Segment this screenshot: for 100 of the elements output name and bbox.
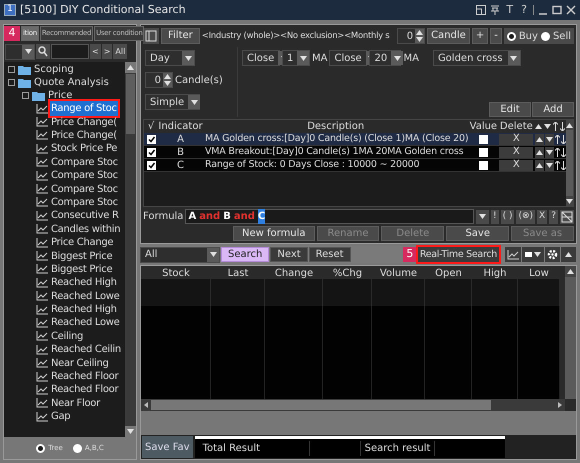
real-time-search-button[interactable]: Real-Time Search — [418, 247, 499, 262]
tree-item[interactable]: Candles within — [50, 222, 122, 237]
checkbox[interactable] — [146, 160, 156, 170]
formula-tool-button[interactable]: ( ) — [500, 210, 514, 224]
indicator-row[interactable]: C Range of Stock: 0 Days Close : 10000 ~ 20000 X — [144, 159, 566, 172]
move-bottom-icon[interactable] — [560, 134, 566, 144]
tree-item[interactable]: Compare Stoc — [50, 182, 119, 197]
tree-item[interactable]: Price Change( — [50, 114, 118, 130]
scrollbar[interactable] — [125, 62, 136, 437]
tree-item[interactable]: Price Change — [50, 235, 114, 250]
move-top-icon[interactable] — [553, 122, 558, 131]
tree-item[interactable]: Gap — [50, 409, 72, 424]
scrollbar-thumb[interactable] — [126, 74, 135, 134]
tree-item[interactable]: Range of Stoc — [50, 101, 118, 116]
formula-tool-button[interactable]: ! — [490, 210, 499, 224]
minus-button[interactable]: - — [490, 28, 502, 44]
tree-item[interactable]: Reached High — [50, 302, 118, 318]
nav-button[interactable]: > — [102, 44, 112, 59]
tree-item[interactable]: Consecutive R — [50, 208, 120, 224]
checkbox[interactable] — [146, 148, 156, 156]
radio-button[interactable] — [36, 444, 46, 452]
panel-toggle-icon[interactable] — [143, 28, 159, 44]
tree-item[interactable]: Near Floor — [50, 396, 101, 411]
scrollbar[interactable] — [565, 266, 576, 399]
window-icon[interactable] — [476, 5, 486, 15]
tree-item[interactable]: Reached Lowe — [50, 288, 121, 304]
indicator-row[interactable]: B VMA Breakout:[Day]0 Candle(s) 1MA 20MA Golden cross X — [144, 146, 566, 159]
formula-action-button[interactable]: Save — [446, 226, 510, 241]
tree-folder[interactable]: Quote Analysis — [34, 75, 109, 90]
tree-item[interactable]: Reached Floor — [50, 369, 120, 384]
category-dropdown[interactable] — [5, 44, 35, 60]
period-dropdown[interactable]: Day — [145, 50, 195, 66]
dropdown-button[interactable] — [476, 210, 489, 224]
nav-button[interactable]: All — [113, 44, 128, 59]
candles-spinner[interactable]: 0 — [145, 72, 173, 88]
view-button[interactable] — [522, 247, 544, 262]
tree-item[interactable]: Biggest Price — [50, 248, 114, 264]
radio-button[interactable] — [540, 32, 550, 40]
period-dropdown[interactable]: 1 — [282, 50, 310, 66]
value-checkbox[interactable] — [478, 134, 488, 144]
settings-icon[interactable] — [545, 247, 560, 262]
formula-field[interactable]: A and B and C — [185, 209, 474, 224]
nav-button[interactable]: < — [90, 44, 101, 59]
remove-row-button[interactable]: X — [499, 160, 534, 170]
pin-icon[interactable] — [490, 5, 500, 15]
tree-item[interactable]: Compare Stoc — [50, 154, 119, 170]
remove-row-button[interactable]: X — [499, 146, 534, 158]
formula-action-button[interactable]: New formula — [233, 226, 315, 241]
search-icon[interactable] — [36, 44, 50, 59]
scrollbar[interactable] — [566, 120, 574, 206]
formula-tool-button[interactable]: X — [537, 210, 548, 224]
scope-dropdown[interactable]: All — [140, 246, 220, 262]
move-bottom-icon[interactable] — [560, 160, 566, 170]
tree-folder[interactable]: Scoping — [34, 62, 74, 77]
move-bottom-icon[interactable] — [560, 148, 566, 156]
count-spinner[interactable]: 0 — [397, 28, 426, 44]
action-button[interactable]: Add — [532, 102, 574, 117]
search-field[interactable] — [51, 44, 89, 59]
value-checkbox[interactable] — [478, 148, 488, 156]
move-top-icon[interactable] — [554, 148, 560, 156]
tree-folder[interactable]: Price — [48, 88, 72, 103]
title-bar-button[interactable]: ? — [519, 2, 529, 18]
indicator-row[interactable]: A MA Golden cross:[Day]0 Candle(s) (Close 1)MA (Close 20) X — [144, 133, 566, 146]
tree-item[interactable]: Reached Lowe — [50, 315, 121, 330]
average-type-dropdown[interactable]: Simple — [145, 94, 200, 110]
maximize-icon[interactable] — [552, 5, 562, 15]
price-dropdown[interactable]: Close — [242, 50, 280, 66]
chart-button[interactable] — [505, 247, 521, 262]
move-bottom-icon[interactable] — [560, 122, 566, 131]
search-button[interactable]: Reset — [308, 247, 351, 262]
tree-item[interactable]: Reached Ceilin — [50, 342, 122, 358]
collapse-button[interactable] — [561, 247, 576, 262]
tree-item[interactable]: Compare Stoc — [50, 194, 119, 210]
horizontal-scrollbar[interactable] — [141, 399, 565, 411]
checkbox[interactable] — [146, 134, 156, 144]
action-button[interactable]: Edit — [489, 102, 531, 117]
tree-item[interactable]: Stock Price Pe — [50, 141, 118, 156]
move-top-icon[interactable] — [554, 160, 560, 170]
tree-item[interactable]: Reached Floor — [50, 382, 120, 398]
remove-row-button[interactable]: X — [499, 134, 534, 144]
tree-item[interactable]: Compare Stoc — [50, 168, 119, 184]
period-dropdown[interactable]: 20 — [369, 50, 402, 66]
grid-icon[interactable] — [560, 210, 574, 224]
tree-item[interactable]: Reached High — [50, 275, 118, 290]
save-fav-button[interactable]: Save Fav — [142, 436, 193, 458]
tree-item[interactable]: Biggest Price — [50, 262, 114, 277]
signal-dropdown[interactable]: Golden cross — [432, 50, 521, 66]
radio-button[interactable] — [506, 32, 516, 40]
filter-button[interactable]: Filter — [161, 28, 200, 44]
close-icon[interactable] — [566, 5, 576, 15]
plus-button[interactable]: + — [472, 28, 488, 44]
title-bar-button[interactable]: T — [504, 2, 516, 18]
price-dropdown[interactable]: Close — [329, 50, 368, 66]
candle-button[interactable]: Candle — [427, 28, 470, 44]
search-button[interactable]: Next — [270, 247, 308, 262]
tree-item[interactable]: Price Change( — [50, 128, 118, 143]
move-top-icon[interactable] — [554, 134, 560, 144]
formula-tool-button[interactable]: ? — [549, 210, 558, 224]
tree-item[interactable]: Near Ceiling — [50, 356, 110, 371]
tree-item[interactable]: Ceiling — [50, 328, 84, 344]
